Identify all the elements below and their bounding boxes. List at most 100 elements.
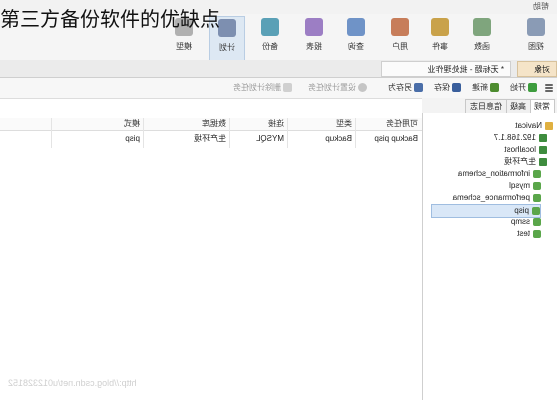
toolbar-button-user[interactable]: 用户 (383, 16, 417, 60)
clock-icon (358, 83, 367, 93)
connection-icon (539, 145, 547, 154)
toolbar-label: 模型 (176, 42, 192, 51)
toolbar-button-query[interactable]: 查询 (339, 16, 373, 60)
navicat-icon (545, 121, 553, 130)
backup-icon (261, 18, 279, 36)
column-header[interactable]: 模式 (124, 118, 140, 130)
toolbar-label: 计划 (219, 43, 235, 52)
column-divider[interactable] (355, 118, 356, 148)
tab-objects[interactable]: 对象 (517, 61, 557, 77)
new-icon (490, 83, 499, 93)
tree-item-label: information_schema (457, 169, 530, 178)
toolbar-label: 查询 (348, 42, 364, 51)
tree-item[interactable]: localhost (504, 144, 547, 156)
screenshot-frame: 帮助 视图 函数 事件 用户 查询 报表 备份 计划 模型 对象 * 无标题 - 批处理作业 开… (0, 0, 557, 400)
toolbar-button-view[interactable]: 视图 (519, 16, 553, 60)
save-label: 保存 (434, 83, 450, 92)
tree-item[interactable]: information_schema (458, 168, 541, 180)
start-button[interactable]: 开始 (510, 81, 537, 95)
column-header[interactable]: 类型 (336, 118, 352, 130)
tree-item[interactable]: 192.168.1.7 (494, 132, 547, 144)
save-as-label: 另存为 (388, 83, 412, 92)
tree-item[interactable]: 生产环境 (504, 156, 547, 168)
delete-schedule-icon (283, 83, 292, 93)
column-divider[interactable] (143, 118, 144, 148)
column-divider[interactable] (51, 118, 52, 148)
tree-item-label: Navicat (515, 121, 542, 130)
navicat-window: 帮助 视图 函数 事件 用户 查询 报表 备份 计划 模型 对象 * 无标题 - 批处理作业 开… (0, 0, 557, 400)
tree-item-label: ssmp (510, 217, 530, 226)
toolbar-label: 函数 (474, 42, 490, 51)
new-label: 新建 (472, 83, 488, 92)
table-cell: 生产环境 (194, 134, 226, 143)
set-schedule-button[interactable]: 设置计划任务 (308, 81, 367, 95)
database-icon (533, 181, 541, 190)
database-icon (533, 169, 541, 178)
tree-item[interactable]: mysql (509, 180, 541, 192)
event-icon (431, 18, 449, 36)
grid-header: 可用任务 类型 连接 数据库 模式 (0, 118, 422, 131)
column-divider[interactable] (287, 118, 288, 148)
menu-button[interactable] (543, 81, 553, 95)
toolbar-label: 备份 (262, 42, 278, 51)
tree-item[interactable]: Navicat (515, 120, 553, 132)
tree-item[interactable]: test (517, 228, 541, 240)
connection-icon (539, 133, 547, 142)
tree-item[interactable]: performance_schema (453, 192, 541, 204)
report-icon (305, 18, 323, 36)
user-icon (391, 18, 409, 36)
toolbar-button-function[interactable]: 函数 (465, 16, 499, 60)
delete-schedule-label: 删除计划任务 (233, 83, 281, 92)
column-header[interactable]: 数据库 (202, 118, 226, 130)
save-button[interactable]: 保存 (434, 81, 461, 95)
table-cell: Backup pisp (374, 134, 418, 143)
function-icon (473, 18, 491, 36)
database-icon (532, 206, 540, 215)
set-schedule-label: 设置计划任务 (308, 83, 356, 92)
table-cell: Backup (325, 134, 352, 143)
tab-batch-job[interactable]: * 无标题 - 批处理作业 (381, 61, 511, 77)
tree-item[interactable]: ssmp (511, 216, 541, 228)
tab-strip: 对象 * 无标题 - 批处理作业 (0, 60, 557, 78)
database-icon (533, 229, 541, 238)
toolbar-label: 用户 (392, 42, 408, 51)
table-row[interactable]: Backup pisp Backup MYSQL 生产环境 pisp (0, 133, 422, 145)
toolbar-label: 视图 (528, 42, 544, 51)
tree-item-label: 192.168.1.7 (493, 133, 536, 142)
toolbar-button-event[interactable]: 事件 (423, 16, 457, 60)
schedule-icon (218, 19, 236, 37)
help-menu[interactable]: 帮助 (533, 1, 549, 12)
tree-item-label: mysql (509, 181, 530, 190)
column-header[interactable]: 连接 (268, 118, 284, 130)
tab-advanced[interactable]: 高级 (505, 99, 531, 114)
view-icon (527, 18, 545, 36)
toolbar-label: 报表 (306, 42, 322, 51)
tree-item-label: pisp (514, 206, 529, 215)
query-icon (347, 18, 365, 36)
tab-general[interactable]: 常规 (529, 99, 555, 114)
delete-schedule-button[interactable]: 删除计划任务 (233, 81, 292, 95)
page-title: 第三方备份软件的优缺点 (0, 9, 220, 31)
task-grid: 可用任务 类型 连接 数据库 模式 Backup pisp Backup MYSQL 生产环境… (0, 113, 422, 400)
toolbar-label: 事件 (432, 42, 448, 51)
tree-item-label: performance_schema (452, 193, 530, 202)
table-cell: MYSQL (255, 134, 284, 143)
play-icon (528, 83, 537, 93)
tab-message-log[interactable]: 信息日志 (465, 99, 507, 114)
tree-item-label: localhost (504, 145, 536, 154)
save-as-button[interactable]: 另存为 (388, 81, 423, 95)
tree-item-label: 生产环境 (504, 157, 536, 166)
table-cell: pisp (125, 134, 140, 143)
hamburger-icon (545, 86, 553, 89)
tree-item-label: test (517, 229, 530, 238)
column-header[interactable]: 可用任务 (386, 118, 418, 130)
start-label: 开始 (510, 83, 526, 92)
watermark: http://blog.csdn.net/u012328152 (8, 378, 137, 388)
connection-icon (539, 157, 547, 166)
toolbar-button-backup[interactable]: 备份 (253, 16, 287, 60)
new-button[interactable]: 新建 (472, 81, 499, 95)
column-divider[interactable] (229, 118, 230, 148)
save-icon (452, 83, 461, 93)
left-panel-tabs: 常规 高级 信息日志 (422, 98, 557, 114)
toolbar-button-report[interactable]: 报表 (297, 16, 331, 60)
